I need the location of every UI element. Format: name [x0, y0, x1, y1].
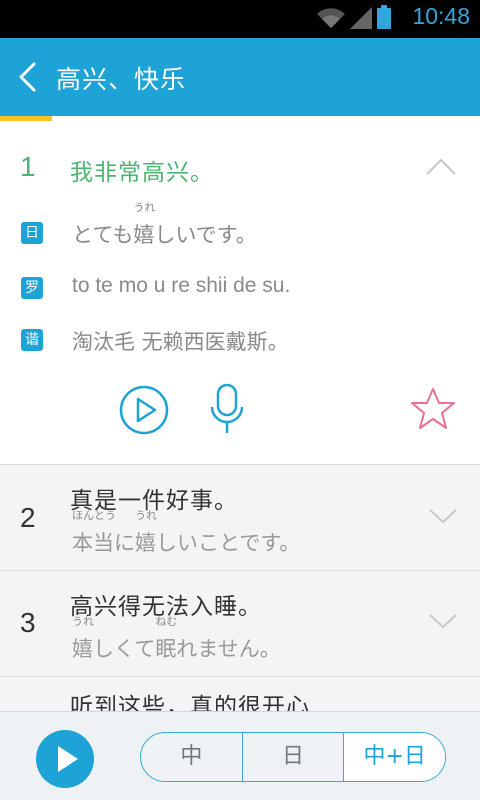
wifi-icon — [317, 8, 345, 28]
chinese-sentence: 我非常高兴。 — [70, 160, 214, 186]
star-favorite-icon[interactable] — [409, 386, 457, 432]
japanese-sentence: ほんとう 本当に うれ 嬉しいことです。 — [72, 509, 301, 555]
page-title: 高兴、快乐 — [56, 65, 187, 94]
item-number: 1 — [20, 151, 36, 182]
signal-icon — [350, 7, 372, 29]
status-time: 10:48 — [412, 3, 470, 29]
play-audio-icon[interactable] — [119, 385, 169, 435]
chinese-sentence: 听到这些，真的很开心 — [70, 694, 310, 711]
microphone-icon[interactable] — [208, 383, 246, 435]
mode-chinese-option[interactable]: 中 — [141, 733, 243, 781]
bottom-bar: 中 日 中+日 — [0, 711, 480, 800]
back-arrow-icon[interactable] — [14, 60, 44, 94]
item-number: 2 — [20, 502, 36, 533]
chevron-down-icon[interactable] — [428, 507, 458, 525]
play-all-button[interactable] — [36, 730, 94, 788]
romaji-text: to te mo u re shii de su. — [72, 274, 291, 297]
display-mode-toggle[interactable]: 中 日 中+日 — [140, 732, 446, 782]
chevron-down-icon[interactable] — [428, 612, 458, 630]
chevron-up-icon[interactable] — [424, 157, 458, 177]
furigana: うれ — [133, 201, 156, 214]
japanese-sentence: うれ 嬉しくて ねむ 眠れません。 — [72, 615, 281, 661]
homophone-tag: 谐 — [21, 329, 43, 351]
japanese-sentence: とても うれ 嬉しいです。 — [72, 201, 257, 247]
list-item-expanded[interactable]: 1 我非常高兴。 日 とても うれ 嬉しいです。 罗 to te mo u re s… — [0, 121, 480, 464]
mode-japanese-option[interactable]: 日 — [243, 733, 345, 781]
status-bar: 10:48 — [0, 0, 480, 38]
romaji-tag: 罗 — [21, 277, 43, 299]
list-item[interactable]: 2 真是一件好事。 ほんとう 本当に うれ 嬉しいことです。 — [0, 464, 480, 570]
app-bar: 高兴、快乐 — [0, 38, 480, 116]
item-number: 3 — [20, 607, 36, 638]
play-icon — [58, 746, 78, 772]
japanese-tag: 日 — [21, 222, 43, 244]
battery-icon — [377, 5, 391, 29]
list-item[interactable]: 听到这些，真的很开心 — [0, 676, 480, 711]
mode-both-option[interactable]: 中+日 — [344, 733, 445, 781]
list-item[interactable]: 3 高兴得无法入睡。 うれ 嬉しくて ねむ 眠れません。 — [0, 570, 480, 676]
homophone-text: 淘汰毛 无赖西医戴斯。 — [72, 330, 289, 354]
